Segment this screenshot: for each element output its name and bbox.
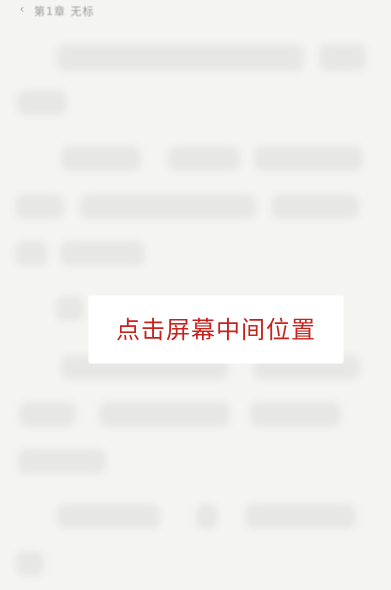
blurred-text-line	[254, 146, 363, 171]
blurred-text-line	[319, 44, 366, 71]
blurred-text-line	[15, 194, 64, 219]
blurred-text-line	[80, 194, 256, 219]
center-tap-tip[interactable]: 点击屏幕中间位置	[89, 296, 343, 363]
blurred-text-line	[250, 402, 341, 427]
blurred-text-line	[61, 146, 141, 171]
blurred-text-line	[15, 241, 47, 266]
chevron-left-icon[interactable]: ‹	[15, 2, 29, 16]
blurred-text-line	[18, 449, 106, 474]
center-tap-tip-text: 点击屏幕中间位置	[116, 315, 316, 344]
blurred-text-line	[56, 296, 84, 321]
blurred-text-line	[19, 402, 76, 427]
blurred-text-line	[196, 504, 218, 529]
blurred-text-line	[57, 44, 304, 71]
reader-header: ‹ 第1章 无标	[0, 0, 391, 22]
blurred-text-line	[17, 90, 67, 115]
blurred-text-line	[99, 402, 230, 427]
blurred-text-line	[60, 241, 145, 266]
blurred-text-line	[245, 504, 356, 529]
blurred-text-line	[271, 194, 359, 219]
blurred-text-line	[57, 504, 160, 529]
chapter-title: 第1章 无标	[34, 5, 95, 18]
blurred-text-line	[16, 551, 44, 576]
blurred-text-line	[168, 146, 240, 171]
